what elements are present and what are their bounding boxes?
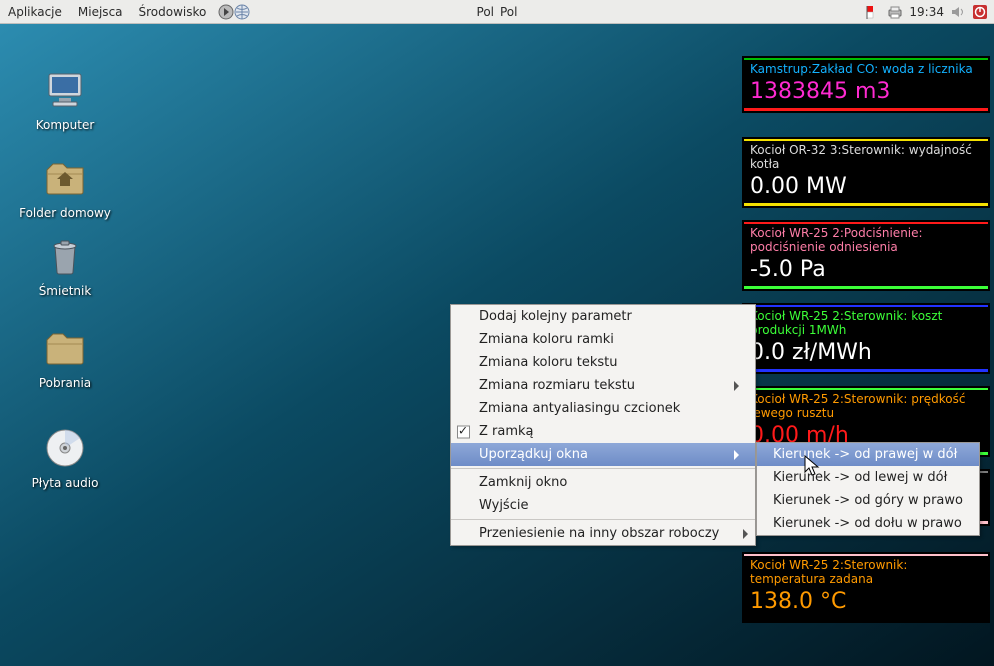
menu-item-label: Uporządkuj okna <box>479 447 588 462</box>
panel-clock[interactable]: 19:34 <box>909 5 944 19</box>
panel-menu-places[interactable]: Miejsca <box>70 0 131 23</box>
context-menu-item[interactable]: Zmiana koloru ramki <box>451 328 755 351</box>
context-menu-item[interactable]: Zamknij okno <box>451 471 755 494</box>
widget-title: Kocioł OR-32 3:Sterownik: wydajność kotł… <box>744 139 988 174</box>
submenu-item-label: Kierunek -> od lewej w dół <box>773 470 947 485</box>
widget-title: Kocioł WR-25 2:Sterownik: prędkość leweg… <box>744 388 988 423</box>
widget-border-bottom <box>744 618 988 621</box>
panel-menu-system[interactable]: Środowisko <box>131 0 215 23</box>
widget-value: 138.0 °C <box>744 589 988 618</box>
widget-border-bottom <box>744 108 988 111</box>
desktop-icon-folder-home[interactable]: Folder domowy <box>10 154 120 220</box>
audio-app-icon[interactable] <box>218 4 234 20</box>
panel-center: Pol Pol <box>477 5 518 19</box>
monitor-widget-6[interactable]: Kocioł WR-25 2:Sterownik: temperatura za… <box>742 552 990 623</box>
menu-item-label: Dodaj kolejny parametr <box>479 309 632 324</box>
monitor-widget-3[interactable]: Kocioł WR-25 2:Sterownik: koszt produkcj… <box>742 303 990 374</box>
context-submenu: Kierunek -> od prawej w dół Kierunek -> o… <box>756 442 980 536</box>
trash-icon <box>41 232 89 280</box>
widget-value: 1383845 m3 <box>744 79 988 108</box>
context-menu-item[interactable]: Przeniesienie na inny obszar roboczy <box>451 522 755 545</box>
submenu-item[interactable]: Kierunek -> od lewej w dół <box>757 466 979 489</box>
menu-item-label: Zamknij okno <box>479 475 567 490</box>
keyboard-layout-1[interactable]: Pol <box>477 5 494 19</box>
submenu-item[interactable]: Kierunek -> od góry w prawo <box>757 489 979 512</box>
widget-border-bottom <box>744 286 988 289</box>
widget-title: Kocioł WR-25 2:Sterownik: temperatura za… <box>744 554 988 589</box>
menu-separator <box>451 519 755 520</box>
submenu-item[interactable]: Kierunek -> od dołu w prawo <box>757 512 979 535</box>
submenu-item[interactable]: Kierunek -> od prawej w dół <box>757 443 979 466</box>
cd-icon <box>41 424 89 472</box>
monitor-widget-1[interactable]: Kocioł OR-32 3:Sterownik: wydajność kotł… <box>742 137 990 208</box>
computer-icon <box>41 66 89 114</box>
menu-item-label: Zmiana antyaliasingu czcionek <box>479 401 680 416</box>
panel-menu-applications[interactable]: Aplikacje <box>0 0 70 23</box>
folder-icon <box>41 324 89 372</box>
context-menu: Dodaj kolejny parametr Zmiana koloru ramk… <box>450 304 756 546</box>
menu-item-label: Przeniesienie na inny obszar roboczy <box>479 526 719 541</box>
widget-value: 0.0 zł/MWh <box>744 340 988 369</box>
desktop-icon-folder[interactable]: Pobrania <box>10 324 120 390</box>
context-menu-item[interactable]: Uporządkuj okna <box>451 443 755 466</box>
widget-border-bottom <box>744 369 988 372</box>
widget-title: Kocioł WR-25 2:Podciśnienie: podciśnieni… <box>744 222 988 257</box>
desktop-icon-label: Folder domowy <box>10 206 120 220</box>
flag-icon[interactable] <box>865 4 881 20</box>
submenu-item-label: Kierunek -> od góry w prawo <box>773 493 963 508</box>
widget-value: 0.00 MW <box>744 174 988 203</box>
context-menu-item[interactable]: Dodaj kolejny parametr <box>451 305 755 328</box>
submenu-item-label: Kierunek -> od dołu w prawo <box>773 516 962 531</box>
monitor-widget-2[interactable]: Kocioł WR-25 2:Podciśnienie: podciśnieni… <box>742 220 990 291</box>
submenu-item-label: Kierunek -> od prawej w dół <box>773 447 957 462</box>
folder-home-icon <box>41 154 89 202</box>
menu-item-label: Zmiana rozmiaru tekstu <box>479 378 635 393</box>
menu-item-label: Zmiana koloru tekstu <box>479 355 618 370</box>
desktop-icon-label: Pobrania <box>10 376 120 390</box>
desktop-icon-trash[interactable]: Śmietnik <box>10 232 120 298</box>
desktop-icon-computer[interactable]: Komputer <box>10 66 120 132</box>
widget-value: -5.0 Pa <box>744 257 988 286</box>
menu-separator <box>451 468 755 469</box>
widget-border-bottom <box>744 203 988 206</box>
monitor-widget-0[interactable]: Kamstrup:Zakład CO: woda z licznika13838… <box>742 56 990 113</box>
volume-icon[interactable] <box>950 4 966 20</box>
context-menu-item[interactable]: Z ramką <box>451 420 755 443</box>
top-panel: Aplikacje Miejsca Środowisko Pol Pol 19:… <box>0 0 994 24</box>
globe-icon[interactable] <box>234 4 250 20</box>
desktop-icon-label: Śmietnik <box>10 284 120 298</box>
widget-title: Kocioł WR-25 2:Sterownik: koszt produkcj… <box>744 305 988 340</box>
shutdown-icon[interactable] <box>972 4 988 20</box>
menu-item-label: Z ramką <box>479 424 534 439</box>
desktop-icon-cd[interactable]: Płyta audio <box>10 424 120 490</box>
context-menu-item[interactable]: Zmiana koloru tekstu <box>451 351 755 374</box>
checkbox-icon <box>457 425 470 438</box>
menu-item-label: Wyjście <box>479 498 528 513</box>
desktop[interactable]: Komputer Folder domowy Śmietnik Pobrania Pły… <box>0 24 994 666</box>
widget-title: Kamstrup:Zakład CO: woda z licznika <box>744 58 988 79</box>
context-menu-item[interactable]: Zmiana rozmiaru tekstu <box>451 374 755 397</box>
context-menu-item[interactable]: Zmiana antyaliasingu czcionek <box>451 397 755 420</box>
printer-icon[interactable] <box>887 4 903 20</box>
keyboard-layout-2[interactable]: Pol <box>500 5 517 19</box>
desktop-icon-label: Płyta audio <box>10 476 120 490</box>
context-menu-item[interactable]: Wyjście <box>451 494 755 517</box>
desktop-icon-label: Komputer <box>10 118 120 132</box>
menu-item-label: Zmiana koloru ramki <box>479 332 614 347</box>
